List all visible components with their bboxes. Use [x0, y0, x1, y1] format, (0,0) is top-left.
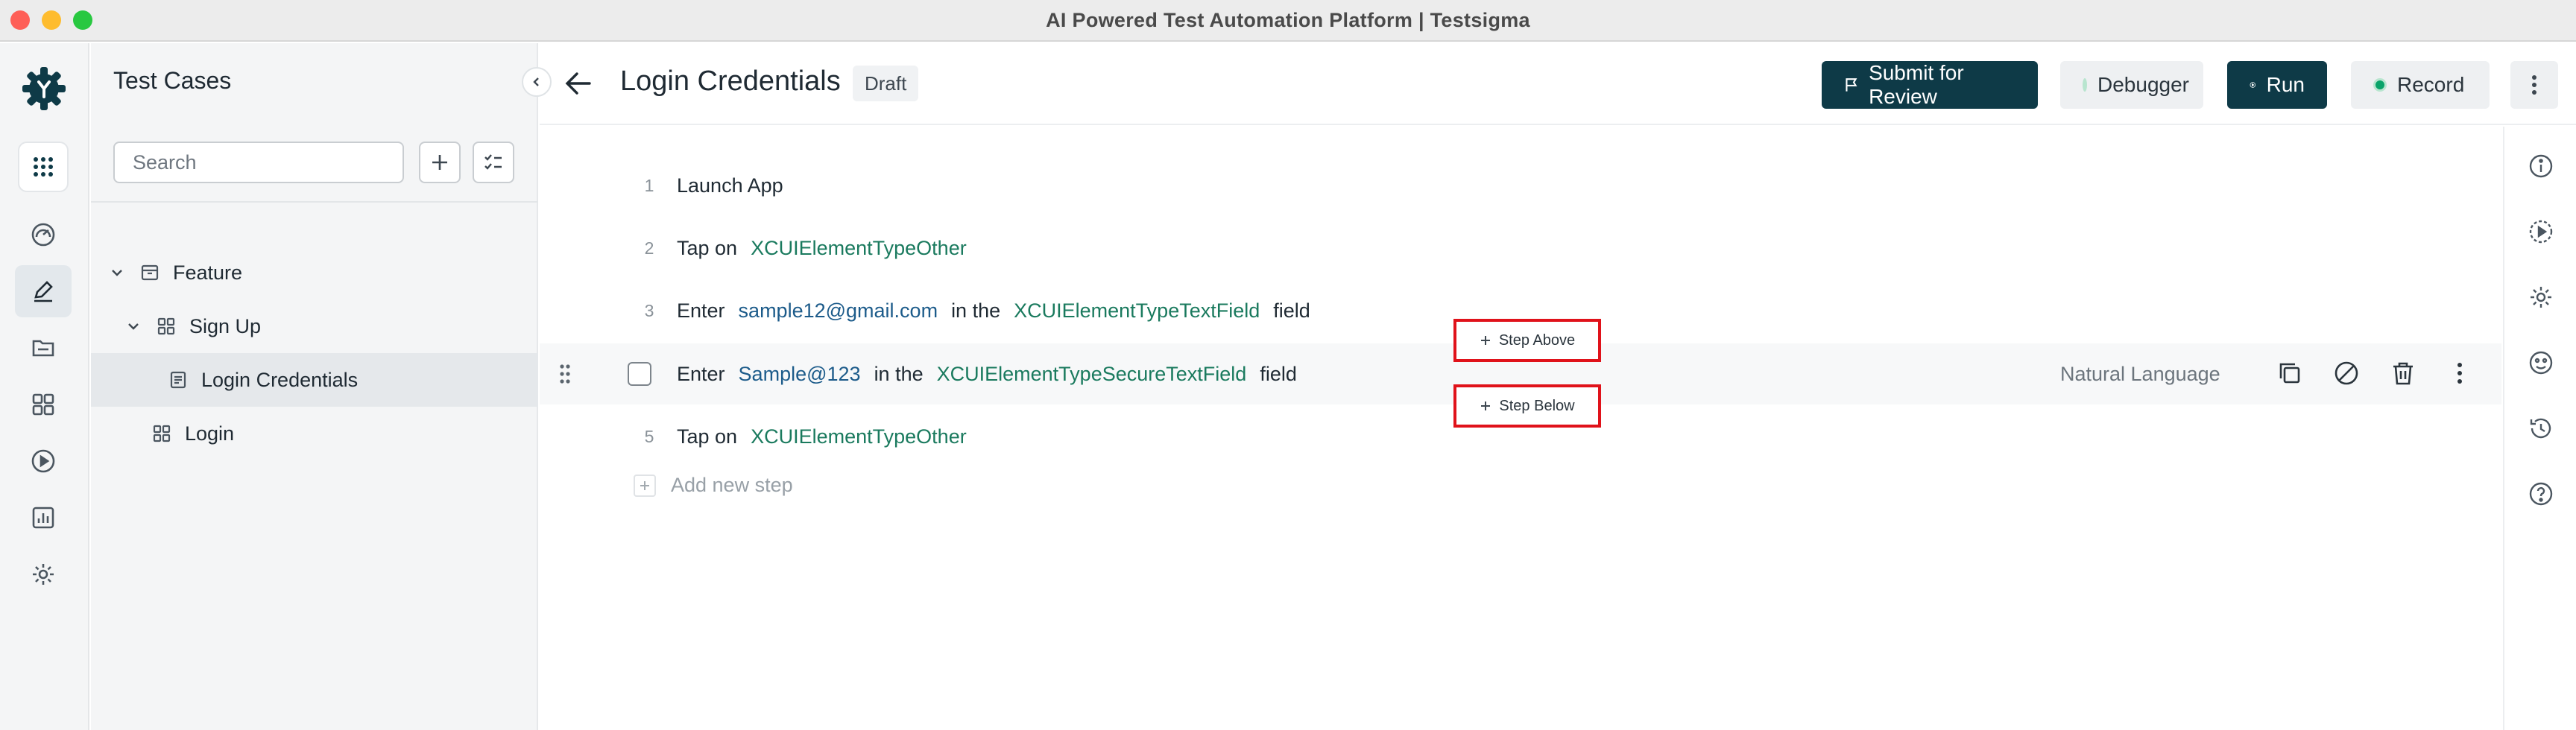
step-token: Tap on [677, 236, 738, 259]
collapse-panel-button[interactable] [522, 67, 552, 97]
folder-icon[interactable] [15, 322, 72, 374]
run-icon[interactable] [15, 435, 72, 487]
step-token: in the [874, 362, 924, 385]
step-number: 1 [644, 175, 654, 195]
testsigma-logo-icon[interactable] [21, 66, 67, 112]
element-token[interactable]: XCUIElementTypeSecureTextField [937, 363, 1247, 386]
drag-handle-icon[interactable] [559, 363, 571, 385]
submit-label: Submit for Review [1869, 61, 1964, 108]
scenario-grid-icon [149, 421, 174, 446]
back-arrow-icon[interactable] [564, 69, 593, 98]
step-below-label: Step Below [1499, 397, 1575, 414]
info-icon[interactable] [2528, 153, 2554, 179]
element-token[interactable]: XCUIElementTypeOther [751, 425, 967, 448]
plus-icon [634, 474, 656, 497]
dashboard-icon[interactable] [15, 209, 72, 261]
element-token[interactable]: XCUIElementTypeTextField [1014, 299, 1260, 323]
chevron-down-icon[interactable] [104, 260, 130, 285]
test-step-2[interactable]: 2 Tap on XCUIElementTypeOther [540, 218, 2501, 279]
plus-icon [1481, 402, 1491, 410]
step-number: 3 [644, 300, 654, 320]
copy-icon[interactable] [2276, 360, 2303, 387]
tree-item-login[interactable]: Login [91, 407, 538, 460]
panel-title: Test Cases [113, 67, 232, 94]
tree-item-sign-up[interactable]: Sign Up [91, 299, 538, 353]
scenario-grid-icon [154, 314, 179, 339]
window-titlebar: AI Powered Test Automation Platform | Te… [0, 0, 2576, 42]
flag-icon [1846, 78, 1857, 92]
plus-icon [1480, 336, 1490, 345]
status-badge: Draft [853, 66, 919, 101]
step-text[interactable]: Tap on XCUIElementTypeOther [677, 237, 980, 260]
test-case-header: Login Credentials Draft Submit for Revie… [540, 43, 2576, 125]
settings-icon[interactable] [2528, 285, 2554, 310]
step-number: 5 [644, 426, 654, 446]
right-tool-rail [2503, 127, 2576, 730]
step-text[interactable]: Enter sample12@gmail.com in the XCUIElem… [677, 299, 1324, 323]
step-token: Launch App [677, 174, 783, 197]
add-button[interactable] [419, 142, 461, 183]
more-vertical-icon[interactable] [2510, 61, 2558, 109]
step-token: field [1273, 299, 1310, 322]
step-token: Tap on [677, 425, 738, 448]
divider [91, 201, 538, 203]
tree-item-label: Login Credentials [201, 368, 359, 391]
step-checkbox[interactable] [628, 362, 651, 386]
search-input[interactable] [113, 142, 404, 183]
help-icon[interactable] [2528, 481, 2554, 507]
test-case-tree-panel: Test Cases Feature Sign Up Login Credent… [91, 43, 538, 730]
tree-item-feature[interactable]: Feature [91, 246, 538, 299]
run-button[interactable]: Run [2227, 61, 2327, 109]
step-token: Enter [677, 299, 725, 322]
left-nav-rail [0, 43, 89, 730]
tree-item-label: Feature [173, 261, 243, 284]
page-title: Login Credentials [620, 66, 841, 97]
add-new-step-button[interactable]: Add new step [634, 474, 793, 497]
status-dot-icon [2083, 78, 2087, 92]
reports-icon[interactable] [15, 492, 72, 544]
debugger-button[interactable]: Debugger [2060, 61, 2203, 109]
chevron-down-icon[interactable] [121, 314, 146, 339]
tree-item-login-credentials[interactable]: Login Credentials [91, 353, 538, 407]
step-mode-label[interactable]: Natural Language [2060, 363, 2220, 386]
step-above-label: Step Above [1498, 331, 1576, 349]
debugger-label: Debugger [2097, 73, 2189, 96]
testcase-doc-icon [165, 367, 191, 393]
test-data-token[interactable]: Sample@123 [739, 363, 861, 386]
face-icon[interactable] [2528, 350, 2554, 375]
apps-grid-icon[interactable] [18, 142, 69, 192]
tree-item-label: Sign Up [189, 314, 262, 337]
step-text[interactable]: Launch App [677, 174, 797, 197]
step-above-button[interactable]: Step Above [1453, 319, 1601, 362]
step-token: field [1260, 362, 1297, 385]
step-text[interactable]: Tap on XCUIElementTypeOther [677, 425, 980, 448]
record-label: Record [2397, 73, 2465, 96]
element-token[interactable]: XCUIElementTypeOther [751, 237, 967, 260]
modules-icon[interactable] [15, 378, 72, 431]
disable-icon[interactable] [2333, 360, 2360, 387]
edit-icon[interactable] [15, 265, 72, 317]
tree-item-label: Login [185, 422, 235, 445]
delete-icon[interactable] [2390, 360, 2416, 387]
step-token: in the [951, 299, 1001, 322]
step-below-button[interactable]: Step Below [1453, 384, 1601, 428]
submit-for-review-button[interactable]: Submit for Review [1822, 61, 2038, 109]
record-button[interactable]: Record [2351, 61, 2490, 109]
more-vertical-icon[interactable] [2457, 360, 2463, 387]
step-text[interactable]: Enter Sample@123 in the XCUIElementTypeS… [677, 363, 1310, 386]
history-icon[interactable] [2528, 416, 2554, 441]
play-circle-icon [2250, 82, 2256, 88]
test-step-1[interactable]: 1 Launch App [540, 155, 2501, 216]
test-data-token[interactable]: sample12@gmail.com [739, 299, 938, 323]
checklist-button[interactable] [473, 142, 514, 183]
add-step-label: Add new step [671, 474, 793, 496]
play-circle-icon[interactable] [2528, 219, 2554, 244]
settings-icon[interactable] [15, 548, 72, 600]
step-token: Enter [677, 362, 725, 385]
window-title: AI Powered Test Automation Platform | Te… [1046, 9, 1530, 31]
record-dot-icon [2373, 78, 2387, 92]
feature-box-icon [137, 260, 162, 285]
step-number: 2 [644, 238, 654, 258]
run-label: Run [2266, 73, 2305, 96]
